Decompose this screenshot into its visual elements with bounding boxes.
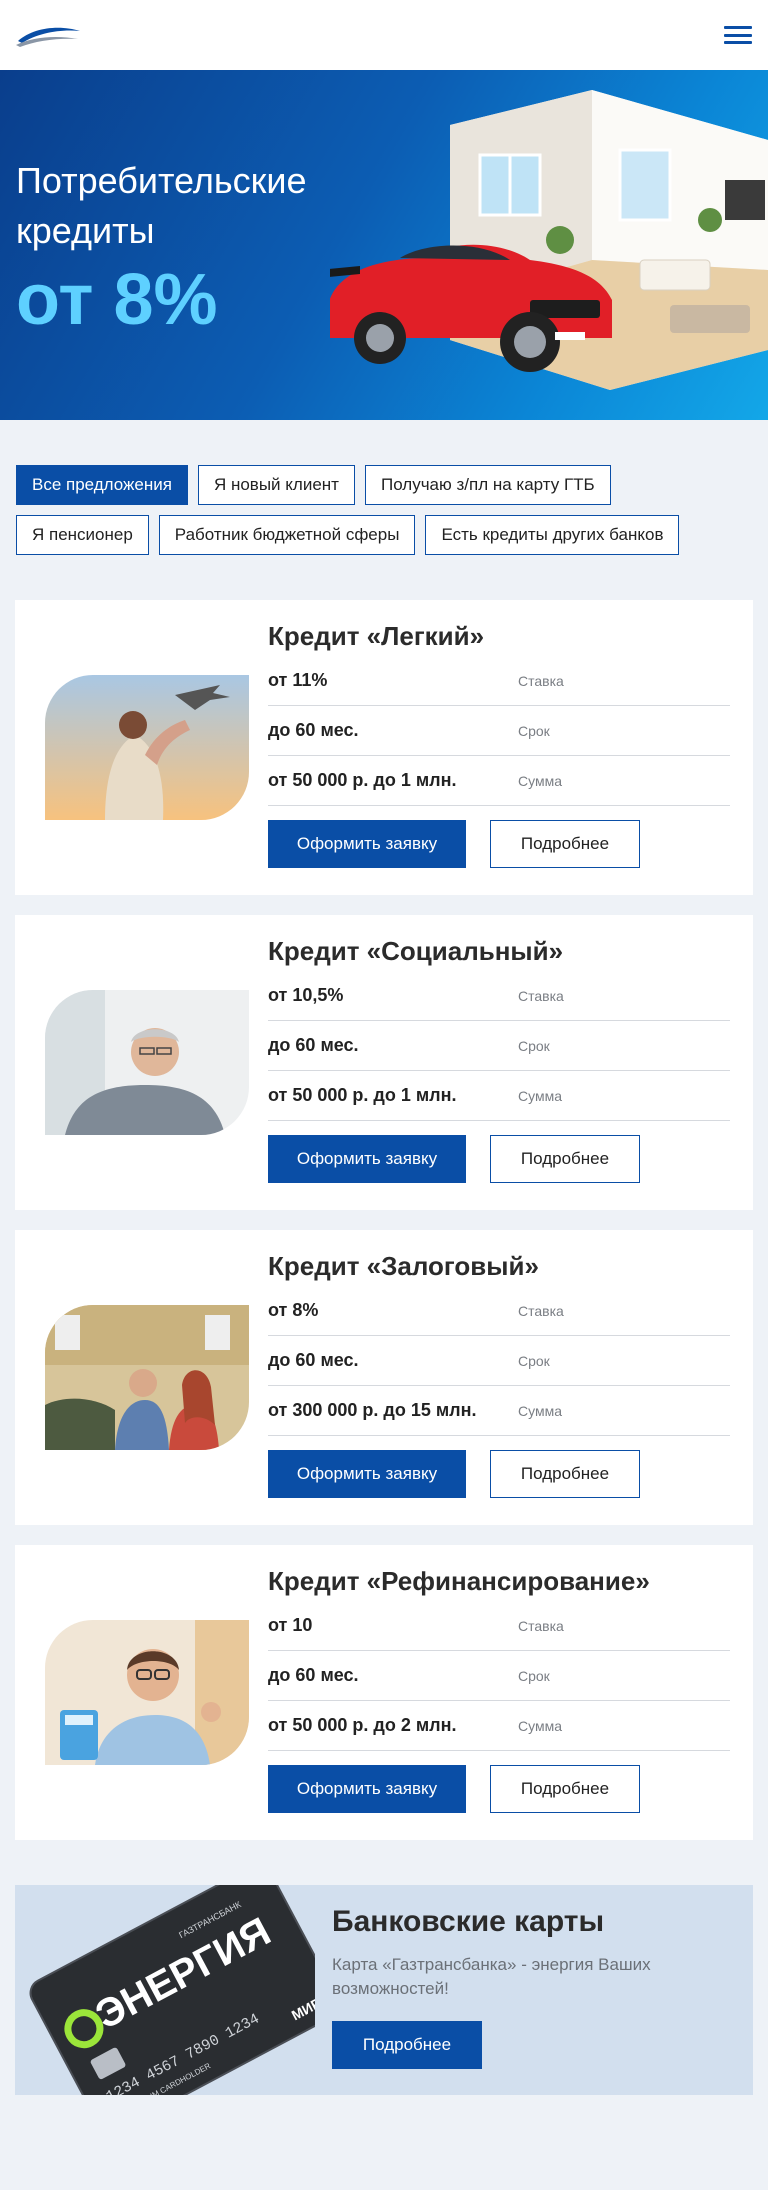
filter-salary-card[interactable]: Получаю з/пл на карту ГТБ [364, 465, 611, 505]
loan-title: Кредит «Социальный» [268, 936, 564, 966]
promo-text: Карта «Газтрансбанка» - энергия Ваших во… [332, 1955, 651, 1998]
loan-sum-row: от 50 000 р. до 2 млн. Сумма [268, 1701, 730, 1751]
loan-title: Кредит «Легкий» [268, 621, 485, 651]
loan-rate-row: от 10 Ставка [268, 1601, 730, 1651]
loan-rate-label: Ставка [518, 1302, 564, 1319]
loan-term-value: до 60 мес. [268, 1035, 359, 1055]
loan-sum-label: Сумма [518, 1402, 562, 1419]
loan-rate-value: от 8% [268, 1300, 319, 1320]
loan-title: Кредит «Залоговый» [268, 1251, 539, 1281]
loan-sum-row: от 300 000 р. до 15 млн. Сумма [268, 1386, 730, 1436]
loan-term-label: Срок [518, 1667, 550, 1684]
offer-filters: Все предложения Я новый клиент Получаю з… [0, 420, 768, 555]
loan-card-refinancing: Кредит «Рефинансирование» от 10 Ставка д… [15, 1545, 753, 1840]
promo-details-button[interactable]: Подробнее [332, 2021, 482, 2069]
hero-rate: от 8% [16, 260, 218, 340]
loan-term-row: до 60 мес. Срок [268, 1336, 730, 1386]
apply-button[interactable]: Оформить заявку [268, 1765, 466, 1813]
apply-button[interactable]: Оформить заявку [268, 1450, 466, 1498]
loan-term-value: до 60 мес. [268, 1665, 359, 1685]
loan-card-secured: Кредит «Залоговый» от 8% Ставка до 60 ме… [15, 1230, 753, 1525]
loan-title: Кредит «Рефинансирование» [268, 1566, 650, 1596]
loan-rate-label: Ставка [518, 1617, 564, 1634]
loan-rate-row: от 11% Ставка [268, 656, 730, 706]
loan-sum-label: Сумма [518, 1717, 562, 1734]
hero-title: Потребительские кредиты [16, 160, 307, 251]
energy-card-image: ЭНЕРГИЯ ГАЗТРАНСБАНК 1234 4567 7890 1234… [29, 1885, 315, 2095]
loan-sum-value: от 50 000 р. до 1 млн. [268, 770, 457, 790]
loan-term-label: Срок [518, 722, 550, 739]
loan-term-value: до 60 мес. [268, 720, 359, 740]
filter-other-bank-loans[interactable]: Есть кредиты других банков [425, 515, 680, 555]
loan-rate-value: от 11% [268, 670, 328, 690]
burger-menu-icon[interactable] [724, 24, 752, 46]
hero-banner: Потребительские кредиты от 8% [0, 70, 768, 420]
loan-term-label: Срок [518, 1352, 550, 1369]
loan-card-easy: Кредит «Легкий» от 11% Ставка до 60 мес.… [15, 600, 753, 895]
loan-rate-label: Ставка [518, 672, 564, 689]
loan-rate-value: от 10 [268, 1615, 313, 1635]
bank-cards-promo: ЭНЕРГИЯ ГАЗТРАНСБАНК 1234 4567 7890 1234… [15, 1885, 753, 2095]
loan-term-row: до 60 мес. Срок [268, 706, 730, 756]
loan-card-social: Кредит «Социальный» от 10,5% Ставка до 6… [15, 915, 753, 1210]
promo-title: Банковские карты [332, 1905, 605, 1938]
loan-sum-value: от 300 000 р. до 15 млн. [268, 1400, 477, 1420]
loan-card-photo [45, 1620, 249, 1765]
loan-sum-label: Сумма [518, 772, 562, 789]
loan-sum-value: от 50 000 р. до 1 млн. [268, 1085, 457, 1105]
site-header [0, 0, 768, 70]
bank-logo-icon[interactable] [16, 21, 82, 49]
loan-term-label: Срок [518, 1037, 550, 1054]
loan-card-photo [45, 675, 249, 820]
details-button[interactable]: Подробнее [490, 820, 640, 868]
filter-public-sector[interactable]: Работник бюджетной сферы [158, 515, 416, 555]
details-button[interactable]: Подробнее [490, 1135, 640, 1183]
loan-rate-row: от 10,5% Ставка [268, 971, 730, 1021]
filter-all-offers[interactable]: Все предложения [16, 465, 188, 505]
loan-rate-value: от 10,5% [268, 985, 344, 1005]
filter-pensioner[interactable]: Я пенсионер [16, 515, 149, 555]
car-and-room-illustration [330, 90, 768, 390]
loan-rate-label: Ставка [518, 987, 564, 1004]
details-button[interactable]: Подробнее [490, 1450, 640, 1498]
loan-term-row: до 60 мес. Срок [268, 1651, 730, 1701]
loan-rate-row: от 8% Ставка [268, 1286, 730, 1336]
loan-sum-value: от 50 000 р. до 2 млн. [268, 1715, 457, 1735]
filter-new-client[interactable]: Я новый клиент [197, 465, 355, 505]
loan-cards-list: Кредит «Легкий» от 11% Ставка до 60 мес.… [0, 555, 768, 1840]
loan-term-value: до 60 мес. [268, 1350, 359, 1370]
apply-button[interactable]: Оформить заявку [268, 820, 466, 868]
loan-card-photo [45, 1305, 249, 1450]
loan-card-photo [45, 990, 249, 1135]
loan-term-row: до 60 мес. Срок [268, 1021, 730, 1071]
details-button[interactable]: Подробнее [490, 1765, 640, 1813]
loan-sum-label: Сумма [518, 1087, 562, 1104]
loan-sum-row: от 50 000 р. до 1 млн. Сумма [268, 1071, 730, 1121]
loan-sum-row: от 50 000 р. до 1 млн. Сумма [268, 756, 730, 806]
apply-button[interactable]: Оформить заявку [268, 1135, 466, 1183]
